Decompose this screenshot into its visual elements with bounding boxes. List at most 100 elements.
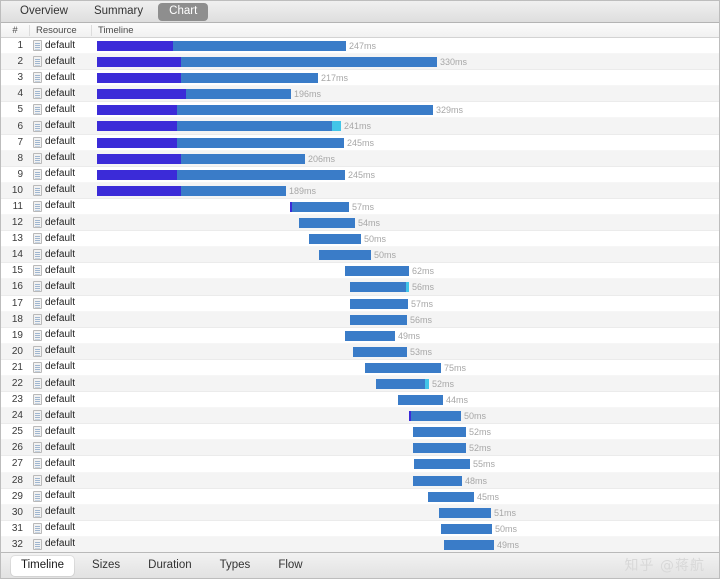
table-row[interactable]: 10 default 189ms	[1, 182, 719, 199]
timeline-cell[interactable]: 196ms	[91, 86, 719, 101]
timeline-bar[interactable]	[441, 523, 492, 534]
table-row[interactable]: 12 default 54ms	[1, 215, 719, 232]
table-row[interactable]: 4 default 196ms	[1, 86, 719, 103]
timeline-bar[interactable]	[97, 105, 433, 116]
resource-cell[interactable]: default	[29, 538, 91, 550]
timeline-cell[interactable]: 247ms	[91, 38, 719, 53]
timeline-cell[interactable]: 75ms	[91, 360, 719, 375]
table-row[interactable]: 16 default 56ms	[1, 279, 719, 296]
table-row[interactable]: 5 default 329ms	[1, 102, 719, 119]
timeline-bar[interactable]	[414, 459, 470, 470]
timeline-bar[interactable]	[353, 346, 407, 357]
resource-cell[interactable]: default	[29, 217, 91, 229]
timeline-cell[interactable]: 49ms	[91, 328, 719, 343]
timeline-cell[interactable]: 52ms	[91, 440, 719, 455]
resource-cell[interactable]: default	[29, 410, 91, 422]
resource-cell[interactable]: default	[29, 378, 91, 390]
timeline-bar[interactable]	[345, 330, 395, 341]
timeline-bar[interactable]	[428, 491, 474, 502]
timeline-bar[interactable]	[97, 153, 305, 164]
column-header-timeline[interactable]: Timeline	[91, 24, 719, 36]
timeline-cell[interactable]: 44ms	[91, 392, 719, 407]
top-tab-chart[interactable]: Chart	[158, 2, 209, 21]
timeline-cell[interactable]: 49ms	[91, 537, 719, 552]
timeline-bar[interactable]	[97, 89, 291, 100]
top-tab-overview[interactable]: Overview	[9, 3, 79, 21]
resource-cell[interactable]: default	[29, 265, 91, 277]
timeline-bar[interactable]	[413, 443, 466, 454]
table-row[interactable]: 22 default 52ms	[1, 375, 719, 393]
timeline-cell[interactable]: 52ms	[91, 424, 719, 439]
resource-cell[interactable]: default	[29, 56, 91, 68]
timeline-cell[interactable]: 45ms	[91, 489, 719, 504]
timeline-bar[interactable]	[97, 137, 344, 148]
timeline-bar[interactable]	[97, 57, 437, 68]
bottom-tab-duration[interactable]: Duration	[138, 556, 201, 576]
resource-cell[interactable]: default	[29, 506, 91, 518]
timeline-row-list[interactable]: 1 default 247ms 2 default 330ms 3 default 217ms 4…	[1, 38, 719, 552]
resource-cell[interactable]: default	[29, 168, 91, 180]
timeline-cell[interactable]: 51ms	[91, 505, 719, 520]
timeline-bar[interactable]	[319, 250, 371, 261]
column-header-resource[interactable]: Resource	[29, 24, 91, 36]
table-row[interactable]: 32 default 49ms	[1, 536, 719, 552]
table-row[interactable]: 24 default 50ms	[1, 408, 719, 425]
table-row[interactable]: 2 default 330ms	[1, 54, 719, 71]
resource-cell[interactable]: default	[29, 329, 91, 341]
table-row[interactable]: 23 default 44ms	[1, 392, 719, 409]
timeline-cell[interactable]: 329ms	[91, 102, 719, 117]
resource-cell[interactable]: default	[29, 120, 91, 132]
table-row[interactable]: 31 default 50ms	[1, 520, 719, 537]
table-row[interactable]: 27 default 55ms	[1, 456, 719, 473]
timeline-bar[interactable]	[376, 378, 429, 389]
resource-cell[interactable]: default	[29, 297, 91, 309]
timeline-bar[interactable]	[413, 427, 466, 438]
table-row[interactable]: 18 default 56ms	[1, 311, 719, 328]
table-row[interactable]: 11 default 57ms	[1, 198, 719, 216]
timeline-cell[interactable]: 57ms	[91, 199, 719, 214]
bottom-tab-timeline[interactable]: Timeline	[11, 555, 75, 576]
timeline-cell[interactable]: 54ms	[91, 215, 719, 230]
resource-cell[interactable]: default	[29, 88, 91, 100]
resource-cell[interactable]: default	[29, 40, 91, 52]
table-row[interactable]: 29 default 45ms	[1, 488, 719, 505]
timeline-cell[interactable]: 50ms	[91, 521, 719, 536]
timeline-cell[interactable]: 50ms	[91, 408, 719, 423]
table-row[interactable]: 6 default 241ms	[1, 118, 719, 135]
timeline-bar[interactable]	[97, 185, 286, 196]
timeline-cell[interactable]: 53ms	[91, 344, 719, 359]
timeline-bar[interactable]	[345, 266, 409, 277]
timeline-cell[interactable]: 50ms	[91, 231, 719, 246]
resource-cell[interactable]: default	[29, 426, 91, 438]
table-row[interactable]: 13 default 50ms	[1, 231, 719, 248]
resource-cell[interactable]: default	[29, 394, 91, 406]
timeline-bar[interactable]	[97, 41, 346, 51]
resource-cell[interactable]: default	[29, 361, 91, 373]
table-row[interactable]: 20 default 53ms	[1, 343, 719, 360]
table-row[interactable]: 30 default 51ms	[1, 504, 719, 521]
timeline-bar[interactable]	[97, 73, 318, 84]
resource-cell[interactable]: default	[29, 313, 91, 325]
timeline-bar[interactable]	[350, 314, 407, 325]
resource-cell[interactable]: default	[29, 249, 91, 261]
timeline-bar[interactable]	[290, 201, 349, 212]
timeline-bar[interactable]	[350, 298, 408, 309]
column-header-number[interactable]: #	[1, 25, 29, 36]
top-tab-summary[interactable]: Summary	[83, 3, 154, 21]
timeline-cell[interactable]: 245ms	[91, 167, 719, 182]
table-row[interactable]: 7 default 245ms	[1, 134, 719, 151]
resource-cell[interactable]: default	[29, 345, 91, 357]
table-row[interactable]: 14 default 50ms	[1, 247, 719, 264]
table-row[interactable]: 21 default 75ms	[1, 359, 719, 376]
table-row[interactable]: 8 default 206ms	[1, 150, 719, 167]
table-row[interactable]: 15 default 62ms	[1, 263, 719, 280]
resource-cell[interactable]: default	[29, 233, 91, 245]
table-row[interactable]: 9 default 245ms	[1, 166, 719, 183]
timeline-bar[interactable]	[398, 395, 443, 406]
table-row[interactable]: 26 default 52ms	[1, 440, 719, 457]
timeline-bar[interactable]	[97, 121, 341, 132]
timeline-cell[interactable]: 62ms	[91, 263, 719, 278]
timeline-cell[interactable]: 245ms	[91, 135, 719, 150]
timeline-cell[interactable]: 56ms	[91, 279, 719, 294]
resource-cell[interactable]: default	[29, 152, 91, 164]
